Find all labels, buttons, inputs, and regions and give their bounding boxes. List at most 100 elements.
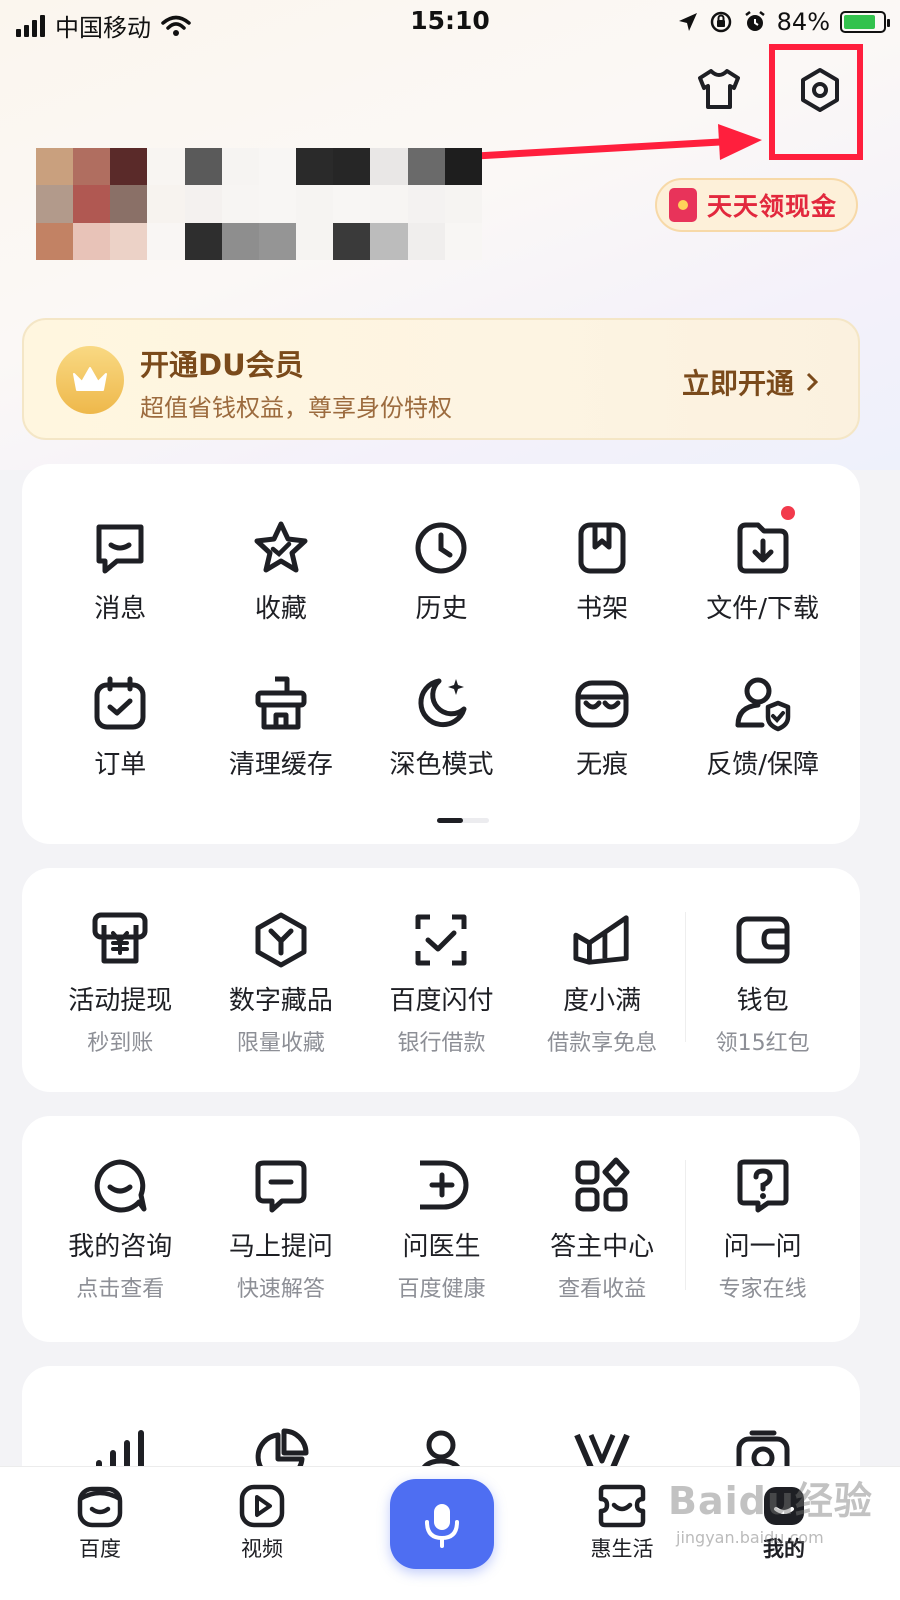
voice-search-button[interactable]	[390, 1479, 494, 1569]
quick-tools-card: 消息 收藏 历史 书架 文件/下载 订单 清理缓存 深色模式 无痕 反馈/保障	[22, 464, 860, 844]
annotation-highlight-box	[769, 44, 863, 160]
chat-smile-icon	[90, 1156, 150, 1216]
tool-history[interactable]: 历史	[361, 518, 522, 625]
wallet-icon	[733, 910, 793, 970]
theme-shirt-button[interactable]	[696, 66, 742, 112]
tab-video[interactable]: 视频	[212, 1483, 312, 1563]
daily-cash-button[interactable]: 天天领现金	[655, 178, 858, 232]
baidu-home-icon	[77, 1486, 123, 1528]
moon-icon	[411, 674, 471, 734]
tab-home[interactable]: 百度	[50, 1483, 150, 1563]
vip-title: 开通DU会员	[140, 348, 304, 382]
battery-icon	[840, 11, 890, 33]
tab-label: 惠生活	[590, 1537, 654, 1561]
battery-percent: 84%	[776, 8, 830, 36]
chat-dash-icon	[251, 1156, 311, 1216]
finance-sub: 借款享免息	[547, 1031, 658, 1056]
health-ask-now[interactable]: 马上提问 快速解答	[201, 1156, 362, 1303]
tool-label: 无痕	[576, 750, 629, 780]
doc-plus-icon	[411, 1156, 471, 1216]
tool-label: 清理缓存	[228, 750, 333, 780]
tab-label: 视频	[241, 1537, 283, 1561]
health-answer-center[interactable]: 答主中心 查看收益	[522, 1156, 683, 1303]
red-envelope-icon	[669, 188, 697, 222]
tool-clear-cache[interactable]: 清理缓存	[201, 674, 362, 781]
ticket-smile-icon	[598, 1484, 646, 1528]
microphone-icon	[425, 1504, 459, 1548]
health-row: 我的咨询 点击查看 马上提问 快速解答 问医生 百度健康 答主中心 查看收益 问…	[22, 1156, 860, 1303]
question-bubble-icon	[733, 1156, 793, 1216]
finance-sub: 秒到账	[87, 1031, 154, 1056]
finance-wallet[interactable]: 钱包 领15红包	[682, 910, 843, 1057]
tab-life[interactable]: 惠生活	[572, 1483, 672, 1563]
health-sub: 查看收益	[558, 1277, 647, 1302]
watermark-brand: Baidu经验	[668, 1479, 873, 1523]
user-shield-icon	[733, 674, 793, 734]
hexagon-y-icon	[251, 910, 311, 970]
health-label: 问一问	[723, 1232, 802, 1262]
bookmark-icon	[572, 518, 632, 578]
tool-feedback[interactable]: 反馈/保障	[682, 674, 843, 781]
quick-tools-row-1: 消息 收藏 历史 书架 文件/下载	[22, 506, 860, 625]
page-indicator	[437, 818, 489, 823]
finance-label: 活动提现	[68, 986, 173, 1016]
scan-check-icon	[411, 910, 471, 970]
tool-incognito[interactable]: 无痕	[522, 674, 683, 781]
status-right: 84%	[677, 8, 890, 36]
download-folder-icon	[733, 518, 793, 578]
vip-open-button[interactable]: 立即开通	[682, 362, 818, 402]
watermark-url: jingyan.baidu.com	[676, 1528, 824, 1547]
alarm-icon	[744, 11, 765, 31]
health-label: 问医生	[402, 1232, 481, 1262]
tool-favorites[interactable]: 收藏	[201, 518, 362, 625]
video-play-icon	[239, 1484, 285, 1528]
tool-label: 历史	[415, 594, 468, 624]
health-card: 我的咨询 点击查看 马上提问 快速解答 问医生 百度健康 答主中心 查看收益 问…	[22, 1116, 860, 1342]
duxiaoman-logo-icon	[572, 910, 632, 970]
tool-label: 订单	[94, 750, 147, 780]
health-sub: 百度健康	[397, 1277, 486, 1302]
calendar-check-icon	[90, 674, 150, 734]
finance-label: 百度闪付	[389, 986, 494, 1016]
tool-bookshelf[interactable]: 书架	[522, 518, 683, 625]
tool-label: 文件/下载	[706, 594, 820, 624]
vip-banner[interactable]: 开通DU会员 超值省钱权益，尊享身份特权 立即开通	[22, 318, 860, 440]
finance-sub: 银行借款	[397, 1031, 486, 1056]
health-sub: 快速解答	[236, 1277, 325, 1302]
mask-icon	[572, 674, 632, 734]
yuan-receipt-icon	[90, 910, 150, 970]
health-ask-doctor[interactable]: 问医生 百度健康	[361, 1156, 522, 1303]
tool-messages[interactable]: 消息	[40, 518, 201, 625]
tool-dark-mode[interactable]: 深色模式	[361, 674, 522, 781]
health-sub: 专家在线	[718, 1277, 807, 1302]
notification-dot	[781, 506, 796, 520]
chevron-right-icon	[806, 372, 818, 392]
apps-grid-icon	[572, 1156, 632, 1216]
finance-sub: 领15红包	[715, 1031, 810, 1056]
health-ask-expert[interactable]: 问一问 专家在线	[682, 1156, 843, 1303]
finance-cash-withdraw[interactable]: 活动提现 秒到账	[40, 910, 201, 1057]
tool-downloads[interactable]: 文件/下载	[682, 506, 843, 625]
health-label: 马上提问	[228, 1232, 333, 1262]
tab-label: 百度	[79, 1537, 121, 1561]
finance-label: 钱包	[736, 986, 789, 1016]
status-bar: 中国移动 15:10 84%	[0, 0, 900, 44]
finance-card: 活动提现 秒到账 数字藏品 限量收藏 百度闪付 银行借款 度小满 借款享免息 钱…	[22, 868, 860, 1092]
health-label: 答主中心	[550, 1232, 655, 1262]
message-icon	[90, 518, 150, 578]
finance-digital-collectibles[interactable]: 数字藏品 限量收藏	[201, 910, 362, 1057]
health-label: 我的咨询	[68, 1232, 173, 1262]
finance-duxiaoman[interactable]: 度小满 借款享免息	[522, 910, 683, 1057]
vip-subtitle: 超值省钱权益，尊享身份特权	[140, 394, 452, 422]
crown-icon	[56, 346, 124, 414]
vip-cta-label: 立即开通	[681, 367, 794, 400]
tool-label: 书架	[576, 594, 629, 624]
profile-blurred-avatar-name[interactable]	[36, 148, 482, 260]
quick-tools-row-2: 订单 清理缓存 深色模式 无痕 反馈/保障	[22, 674, 860, 781]
rotation-lock-icon	[710, 11, 731, 33]
tool-label: 收藏	[254, 594, 307, 624]
finance-flash-pay[interactable]: 百度闪付 银行借款	[361, 910, 522, 1057]
health-my-consult[interactable]: 我的咨询 点击查看	[40, 1156, 201, 1303]
tool-orders[interactable]: 订单	[40, 674, 201, 781]
finance-label: 度小满	[563, 986, 642, 1016]
